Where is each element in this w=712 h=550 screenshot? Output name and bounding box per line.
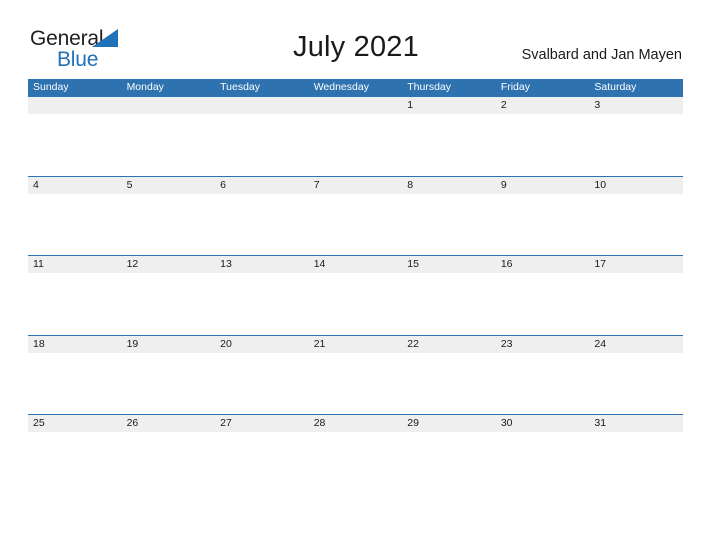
calendar-day-cell[interactable]: 4 — [28, 177, 122, 194]
calendar-day-cell[interactable]: 13 — [215, 256, 309, 273]
calendar-day-cell[interactable]: 21 — [309, 336, 403, 353]
weekday-header-wednesday: Wednesday — [313, 81, 369, 93]
calendar-day-cell[interactable]: 11 — [28, 256, 122, 273]
calendar-day-cell[interactable]: 28 — [309, 415, 403, 432]
calendar-day-cell[interactable]: 25 — [28, 415, 122, 432]
calendar-day-cell[interactable]: 29 — [402, 415, 496, 432]
calendar-day-cell[interactable]: 12 — [122, 256, 216, 273]
calendar-week-row: 11 12 13 14 15 16 17 — [28, 255, 683, 335]
calendar-day-cell[interactable]: 5 — [122, 177, 216, 194]
calendar-day-cell[interactable]: 20 — [215, 336, 309, 353]
calendar-day-number-band: 11 12 13 14 15 16 17 — [28, 256, 683, 273]
weekday-header-thursday: Thursday — [407, 81, 452, 93]
weekday-header-friday: Friday — [500, 81, 530, 93]
calendar-day-cell[interactable]: 8 — [402, 177, 496, 194]
calendar-weekday-header: Sunday Monday Tuesday Wednesday Thursday… — [28, 79, 683, 96]
calendar-day-cell[interactable] — [122, 97, 216, 114]
weekday-header-monday: Monday — [126, 81, 164, 93]
calendar-day-cell[interactable]: 7 — [309, 177, 403, 194]
calendar-week-row: 25 26 27 28 29 30 31 — [28, 414, 683, 494]
calendar-day-cell[interactable]: 1 — [402, 97, 496, 114]
calendar-day-cell[interactable]: 22 — [402, 336, 496, 353]
calendar-day-cell[interactable] — [215, 97, 309, 114]
calendar-day-cell[interactable] — [309, 97, 403, 114]
calendar-week-row: 4 5 6 7 8 9 10 — [28, 175, 683, 256]
calendar-day-cell[interactable]: 30 — [496, 415, 590, 432]
calendar-day-cell[interactable]: 26 — [122, 415, 216, 432]
calendar-day-cell[interactable]: 14 — [309, 256, 403, 273]
calendar-day-cell[interactable]: 19 — [122, 336, 216, 353]
calendar-day-number-band: 4 5 6 7 8 9 10 — [28, 176, 683, 194]
calendar-week-row: 1 2 3 — [28, 96, 683, 176]
calendar-day-cell[interactable]: 9 — [496, 177, 590, 194]
calendar-day-cell[interactable]: 24 — [589, 336, 683, 353]
calendar-week-body — [28, 273, 683, 335]
calendar-day-number-band: 18 19 20 21 22 23 24 — [28, 335, 683, 353]
weekday-header-tuesday: Tuesday — [220, 81, 261, 93]
region-label: Svalbard and Jan Mayen — [521, 47, 682, 63]
calendar-day-cell[interactable]: 15 — [402, 256, 496, 273]
calendar-week-body — [28, 352, 683, 415]
calendar-week-body — [28, 432, 683, 494]
calendar-day-cell[interactable]: 31 — [589, 415, 683, 432]
calendar-day-number-band: 1 2 3 — [28, 97, 683, 114]
calendar-day-cell[interactable]: 17 — [589, 256, 683, 273]
calendar-day-cell[interactable]: 18 — [28, 336, 122, 353]
calendar-week-body — [28, 114, 683, 176]
calendar-day-cell[interactable]: 6 — [215, 177, 309, 194]
calendar-day-number-band: 25 26 27 28 29 30 31 — [28, 415, 683, 432]
calendar-day-cell[interactable]: 10 — [589, 177, 683, 194]
page-header: General Blue July 2021 Svalbard and Jan … — [0, 0, 712, 80]
calendar-week-body — [28, 193, 683, 256]
weekday-header-saturday: Saturday — [594, 81, 637, 93]
calendar-week-row: 18 19 20 21 22 23 24 — [28, 334, 683, 415]
calendar-day-cell[interactable]: 27 — [215, 415, 309, 432]
calendar-grid: Sunday Monday Tuesday Wednesday Thursday… — [28, 79, 683, 494]
weekday-header-sunday: Sunday — [33, 81, 69, 93]
calendar-day-cell[interactable]: 16 — [496, 256, 590, 273]
calendar-day-cell[interactable]: 2 — [496, 97, 590, 114]
calendar-day-cell[interactable] — [28, 97, 122, 114]
calendar-day-cell[interactable]: 23 — [496, 336, 590, 353]
calendar-day-cell[interactable]: 3 — [589, 97, 683, 114]
